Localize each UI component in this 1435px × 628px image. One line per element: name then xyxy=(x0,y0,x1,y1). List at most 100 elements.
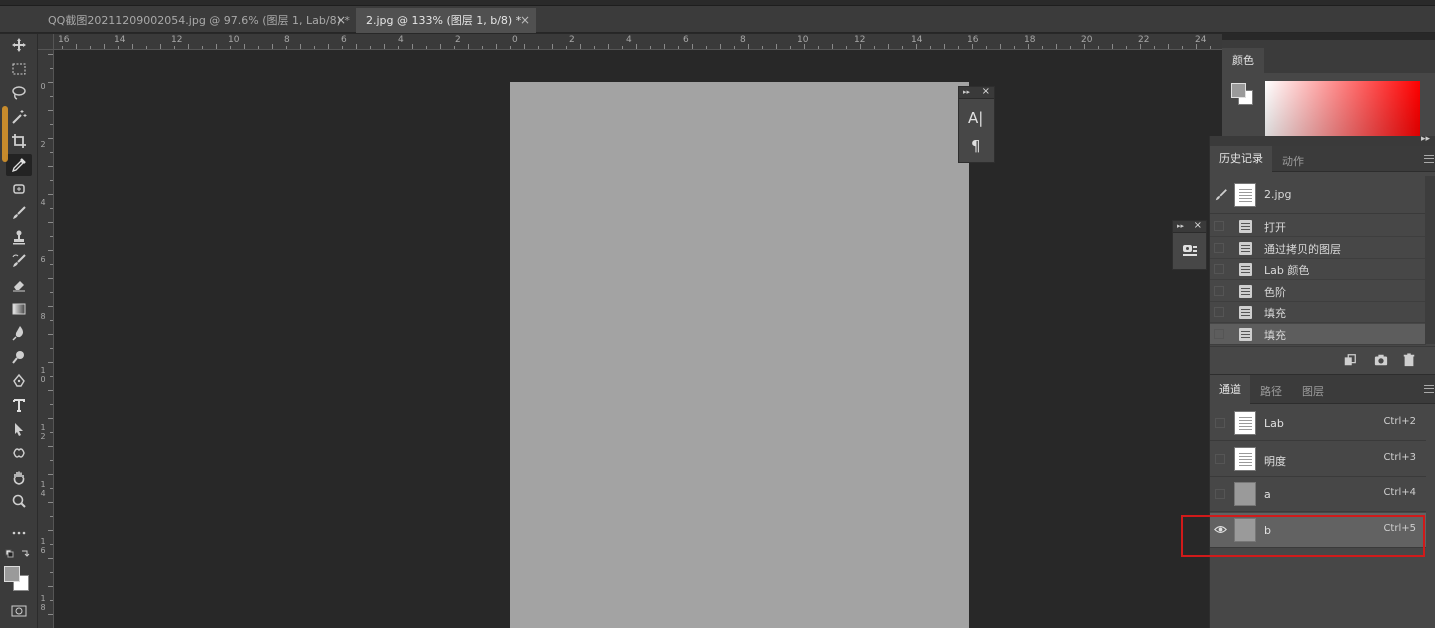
delete-state-button[interactable] xyxy=(1401,353,1417,367)
create-snapshot-button[interactable] xyxy=(1373,353,1389,367)
tab-paths[interactable]: 路径 xyxy=(1260,383,1282,399)
zoom-tool[interactable] xyxy=(6,490,32,512)
tab-close-icon[interactable]: × xyxy=(520,8,530,33)
ruler-tick xyxy=(748,44,749,49)
visibility-toggle[interactable] xyxy=(1215,489,1225,499)
character-icon[interactable]: A| xyxy=(968,109,983,127)
panel-menu-icon[interactable] xyxy=(1424,155,1434,163)
history-checkbox[interactable] xyxy=(1214,307,1224,317)
paragraph-icon[interactable]: ¶ xyxy=(971,137,981,155)
tab-close-icon[interactable]: × xyxy=(336,8,346,33)
brush-tool[interactable] xyxy=(6,202,32,224)
close-icon[interactable]: × xyxy=(982,86,990,97)
history-item[interactable]: 填充 xyxy=(1210,323,1426,345)
dodge-icon xyxy=(12,351,24,364)
ruler-tick xyxy=(90,46,91,49)
ruler-tick-label: 14 xyxy=(40,480,46,498)
ruler-tick xyxy=(132,44,133,49)
ruler-tick xyxy=(258,46,259,49)
expand-icon[interactable]: ▸▸ xyxy=(963,88,970,96)
close-icon[interactable]: × xyxy=(1194,220,1202,231)
history-item[interactable]: 填充 xyxy=(1210,302,1426,323)
horizontal-ruler[interactable]: 16 14 12 10 8 6 4 2 0 2 4 6 8 10 12 14 16 18 20 22 24 xyxy=(38,34,1222,50)
tab-qq-screenshot[interactable]: QQ截图20211209002054.jpg @ 97.6% (图层 1, La… xyxy=(38,8,350,33)
tab-label: 2.jpg @ 133% (图层 1, b/8) * xyxy=(366,14,522,27)
new-document-from-state-button[interactable] xyxy=(1342,353,1358,367)
history-snapshot[interactable]: 2.jpg xyxy=(1210,176,1435,214)
ruler-tick xyxy=(636,44,637,49)
default-colors-swap[interactable] xyxy=(5,548,33,562)
color-swatches[interactable] xyxy=(4,566,32,592)
ruler-tick xyxy=(426,46,427,49)
eyedropper-tool[interactable] xyxy=(6,154,32,176)
gradient-tool[interactable] xyxy=(6,298,32,320)
panel-menu-icon[interactable] xyxy=(1424,385,1434,393)
quick-mask-tool[interactable] xyxy=(6,600,32,622)
snapshot-label: 2.jpg xyxy=(1264,188,1292,201)
ruler-tick xyxy=(440,44,441,49)
expand-icon[interactable]: ▸▸ xyxy=(1177,222,1184,230)
history-item-label: 通过拷贝的图层 xyxy=(1264,242,1341,256)
close-icon[interactable]: ▸▸ xyxy=(1421,134,1430,144)
magic-wand-tool[interactable] xyxy=(6,106,32,128)
pen-tool[interactable] xyxy=(6,370,32,392)
color-spectrum[interactable] xyxy=(1265,81,1420,136)
foreground-swatch[interactable] xyxy=(1231,83,1246,98)
ruler-tick-label: 16 xyxy=(58,35,70,45)
ruler-tick xyxy=(1098,46,1099,49)
channel-row[interactable]: Lab Ctrl+2 xyxy=(1210,406,1426,441)
eraser-icon xyxy=(13,281,25,292)
crop-tool[interactable] xyxy=(6,130,32,152)
tab-layers[interactable]: 图层 xyxy=(1302,383,1324,399)
history-state-icon xyxy=(1239,327,1252,341)
move-tool[interactable] xyxy=(6,34,32,56)
healing-brush-tool[interactable] xyxy=(6,178,32,200)
tab-actions[interactable]: 动作 xyxy=(1282,153,1304,169)
ruler-tick xyxy=(762,46,763,49)
tab-channels[interactable]: 通道 xyxy=(1210,375,1250,404)
tab-history[interactable]: 历史记录 xyxy=(1210,146,1272,172)
color-panel-body xyxy=(1222,73,1435,136)
eraser-tool[interactable] xyxy=(6,274,32,296)
ruler-tick xyxy=(50,180,53,181)
history-item[interactable]: 打开 xyxy=(1210,216,1426,237)
history-checkbox[interactable] xyxy=(1214,242,1224,253)
tab-color[interactable]: 颜色 xyxy=(1222,48,1264,73)
history-item[interactable]: 通过拷贝的图层 xyxy=(1210,238,1426,259)
document-canvas[interactable] xyxy=(510,82,969,628)
foreground-color-swatch[interactable] xyxy=(4,566,20,582)
channel-row[interactable]: 明度 Ctrl+3 xyxy=(1210,442,1426,477)
shape-tool[interactable] xyxy=(6,442,32,464)
ruler-tick xyxy=(50,404,53,405)
dodge-tool[interactable] xyxy=(6,346,32,368)
history-checkbox[interactable] xyxy=(1214,221,1224,231)
ruler-tick-label: 18 xyxy=(40,594,46,612)
path-selection-tool[interactable] xyxy=(6,418,32,440)
lasso-tool[interactable] xyxy=(6,82,32,104)
ruler-tick xyxy=(930,46,931,49)
blur-tool[interactable] xyxy=(6,322,32,344)
tab-2jpg[interactable]: 2.jpg @ 133% (图层 1, b/8) * × xyxy=(356,8,536,33)
history-checkbox[interactable] xyxy=(1214,328,1224,339)
history-item[interactable]: 色阶 xyxy=(1210,281,1426,302)
more-tools[interactable] xyxy=(6,522,32,544)
properties-icon[interactable] xyxy=(1182,243,1198,262)
ruler-tick xyxy=(1140,44,1141,49)
channel-row[interactable]: a Ctrl+4 xyxy=(1210,477,1426,512)
marquee-tool[interactable] xyxy=(6,58,32,80)
history-scrollbar[interactable] xyxy=(1425,176,1435,344)
ruler-tick xyxy=(50,516,53,517)
visibility-toggle[interactable] xyxy=(1215,418,1225,428)
history-checkbox[interactable] xyxy=(1214,264,1224,274)
history-brush-source-icon[interactable] xyxy=(1214,188,1228,202)
hand-tool[interactable] xyxy=(6,466,32,488)
visibility-toggle[interactable] xyxy=(1215,453,1225,464)
type-tool[interactable] xyxy=(6,394,32,416)
history-brush-tool[interactable] xyxy=(6,250,32,272)
vertical-ruler[interactable]: 0 2 4 6 8 10 12 14 16 18 xyxy=(38,50,54,628)
history-checkbox[interactable] xyxy=(1214,285,1224,296)
history-item[interactable]: Lab 颜色 xyxy=(1210,259,1426,280)
channel-shortcut: Ctrl+3 xyxy=(1383,451,1416,463)
ruler-origin[interactable] xyxy=(38,34,54,50)
clone-stamp-tool[interactable] xyxy=(6,226,32,248)
